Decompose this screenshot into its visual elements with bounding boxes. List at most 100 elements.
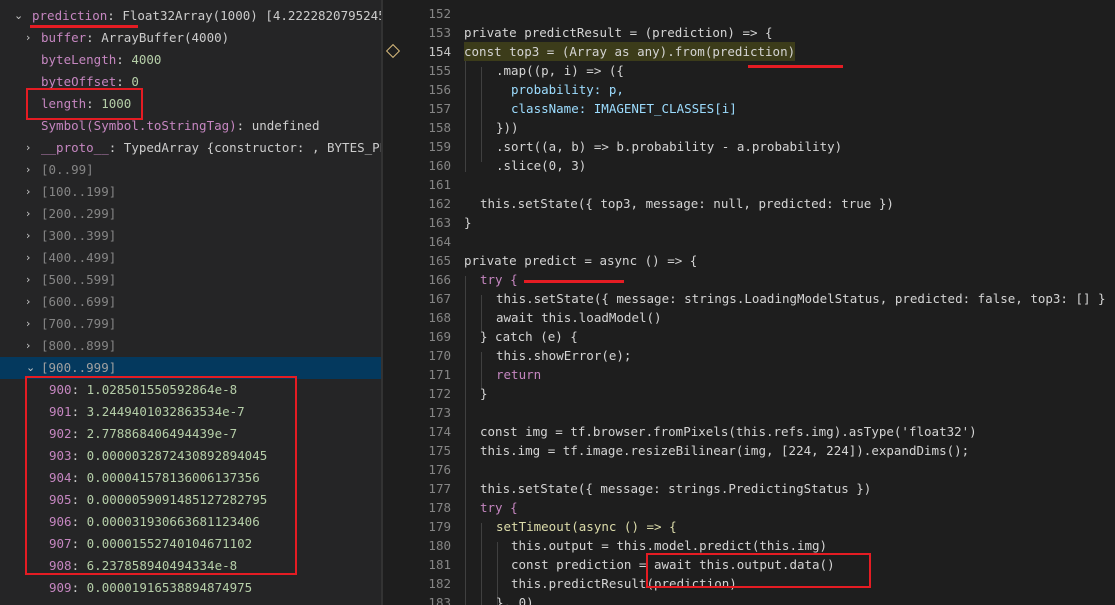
line-number: 155 <box>428 63 451 78</box>
line-number: 159 <box>428 139 451 154</box>
chevron-right-icon[interactable]: › <box>26 291 38 313</box>
range-label: [800..899] <box>41 338 117 353</box>
prop-value: TypedArray {constructor: , BYTES_PE… <box>123 140 381 155</box>
range-label: [200..299] <box>41 206 117 221</box>
line-number: 182 <box>428 576 451 591</box>
annotation-box-length <box>26 88 143 120</box>
prop-name: __proto__ <box>41 140 109 155</box>
line-number: 166 <box>428 272 451 287</box>
prop-name: byteLength <box>41 52 117 67</box>
code-line: this.img = tf.image.resizeBilinear(img, … <box>480 443 970 458</box>
line-number: 172 <box>428 386 451 401</box>
prop-value: 4000 <box>131 52 162 67</box>
range-row[interactable]: › [500..599] <box>0 269 381 291</box>
code-line: .slice(0, 3) <box>496 158 587 173</box>
line-number: 164 <box>428 234 451 249</box>
line-number: 153 <box>428 25 451 40</box>
code-editor[interactable]: 152 153 private predictResult = (predicti… <box>383 0 1115 605</box>
line-number: 179 <box>428 519 451 534</box>
range-label: [500..599] <box>41 272 117 287</box>
line-number: 163 <box>428 215 451 230</box>
line-number: 167 <box>428 291 451 306</box>
range-label: [300..399] <box>41 228 117 243</box>
range-label: [0..99] <box>41 162 94 177</box>
range-row[interactable]: › [300..399] <box>0 225 381 247</box>
code-line: probability: p, <box>511 82 624 97</box>
line-number: 180 <box>428 538 451 553</box>
code-line: const img = tf.browser.fromPixels(this.r… <box>480 424 977 439</box>
range-label: [400..499] <box>41 250 117 265</box>
variables-panel: ⌄ prediction: Float32Array(1000) [4.2222… <box>0 0 381 605</box>
line-number: 161 <box>428 177 451 192</box>
chevron-right-icon[interactable]: › <box>26 181 38 203</box>
code-line-current: const top3 = (Array as any).from(predict… <box>464 42 796 61</box>
line-number: 176 <box>428 462 451 477</box>
code-line: setTimeout(async () => { <box>496 519 677 534</box>
chevron-right-icon[interactable]: › <box>26 225 38 247</box>
range-label: [600..699] <box>41 294 117 309</box>
code-line: }, 0) <box>496 595 534 605</box>
variable-preview: [4.2222820795245… <box>265 8 381 23</box>
range-row[interactable]: › [200..299] <box>0 203 381 225</box>
code-line: } catch (e) { <box>480 329 578 344</box>
line-number: 175 <box>428 443 451 458</box>
code-line: this.setState({ message: strings.Loading… <box>496 291 1106 306</box>
chevron-right-icon[interactable]: › <box>26 137 38 159</box>
range-row[interactable]: › [400..499] <box>0 247 381 269</box>
line-number: 177 <box>428 481 451 496</box>
code-line: await this.loadModel() <box>496 310 662 325</box>
line-number: 174 <box>428 424 451 439</box>
line-number: 169 <box>428 329 451 344</box>
prop-buffer[interactable]: › buffer: ArrayBuffer(4000) <box>0 27 381 49</box>
prop-name: buffer <box>41 30 87 45</box>
line-number: 165 <box>428 253 451 268</box>
annotation-box-await <box>646 553 871 588</box>
line-number: 171 <box>428 367 451 382</box>
range-label: [100..199] <box>41 184 117 199</box>
code-line: } <box>480 386 488 401</box>
line-number: 152 <box>428 6 451 21</box>
chevron-right-icon[interactable]: › <box>26 313 38 335</box>
line-number: 158 <box>428 120 451 135</box>
range-row[interactable]: › [0..99] <box>0 159 381 181</box>
code-line: try { <box>480 500 518 515</box>
prop-name: byteOffset <box>41 74 117 89</box>
annotation-underline <box>524 280 624 283</box>
prop-bytelength: byteLength: 4000 <box>41 52 162 67</box>
range-row[interactable]: › [100..199] <box>0 181 381 203</box>
line-number: 162 <box>428 196 451 211</box>
variable-name: prediction <box>32 8 108 23</box>
prop-value: undefined <box>251 118 320 133</box>
chevron-right-icon[interactable]: › <box>26 27 38 49</box>
variable-prediction[interactable]: ⌄ prediction: Float32Array(1000) [4.2222… <box>0 5 381 27</box>
code-line: .sort((a, b) => b.probability - a.probab… <box>496 139 843 154</box>
chevron-down-icon[interactable]: ⌄ <box>14 5 26 27</box>
line-number: 170 <box>428 348 451 363</box>
chevron-right-icon[interactable]: › <box>26 203 38 225</box>
chevron-right-icon[interactable]: › <box>26 269 38 291</box>
chevron-right-icon[interactable]: › <box>26 247 38 269</box>
range-row[interactable]: › [600..699] <box>0 291 381 313</box>
prop-proto[interactable]: › __proto__: TypedArray {constructor: , … <box>0 137 381 159</box>
chevron-right-icon[interactable]: › <box>26 335 38 357</box>
code-line: private predict = async () => { <box>464 253 698 268</box>
line-number: 168 <box>428 310 451 325</box>
entry-value: 0.00001916538894874975 <box>86 580 253 595</box>
code-line: this.setState({ message: strings.Predict… <box>480 481 872 496</box>
range-label: [700..799] <box>41 316 117 331</box>
code-line: this.showError(e); <box>496 348 632 363</box>
prop-value: ArrayBuffer(4000) <box>101 30 230 45</box>
code-line: } <box>464 215 472 230</box>
line-number: 160 <box>428 158 451 173</box>
range-row[interactable]: › [700..799] <box>0 313 381 335</box>
line-number: 181 <box>428 557 451 572</box>
code-line: })) <box>496 120 519 135</box>
annotation-underline <box>30 25 138 28</box>
range-row[interactable]: › [800..899] <box>0 335 381 357</box>
chevron-right-icon[interactable]: › <box>26 159 38 181</box>
variable-type: Float32Array(1000) <box>122 8 258 23</box>
code-line: private predictResult = (prediction) => … <box>464 25 773 40</box>
line-number: 178 <box>428 500 451 515</box>
line-number: 183 <box>428 595 451 605</box>
prop-name: Symbol(Symbol.toStringTag) <box>41 118 237 133</box>
